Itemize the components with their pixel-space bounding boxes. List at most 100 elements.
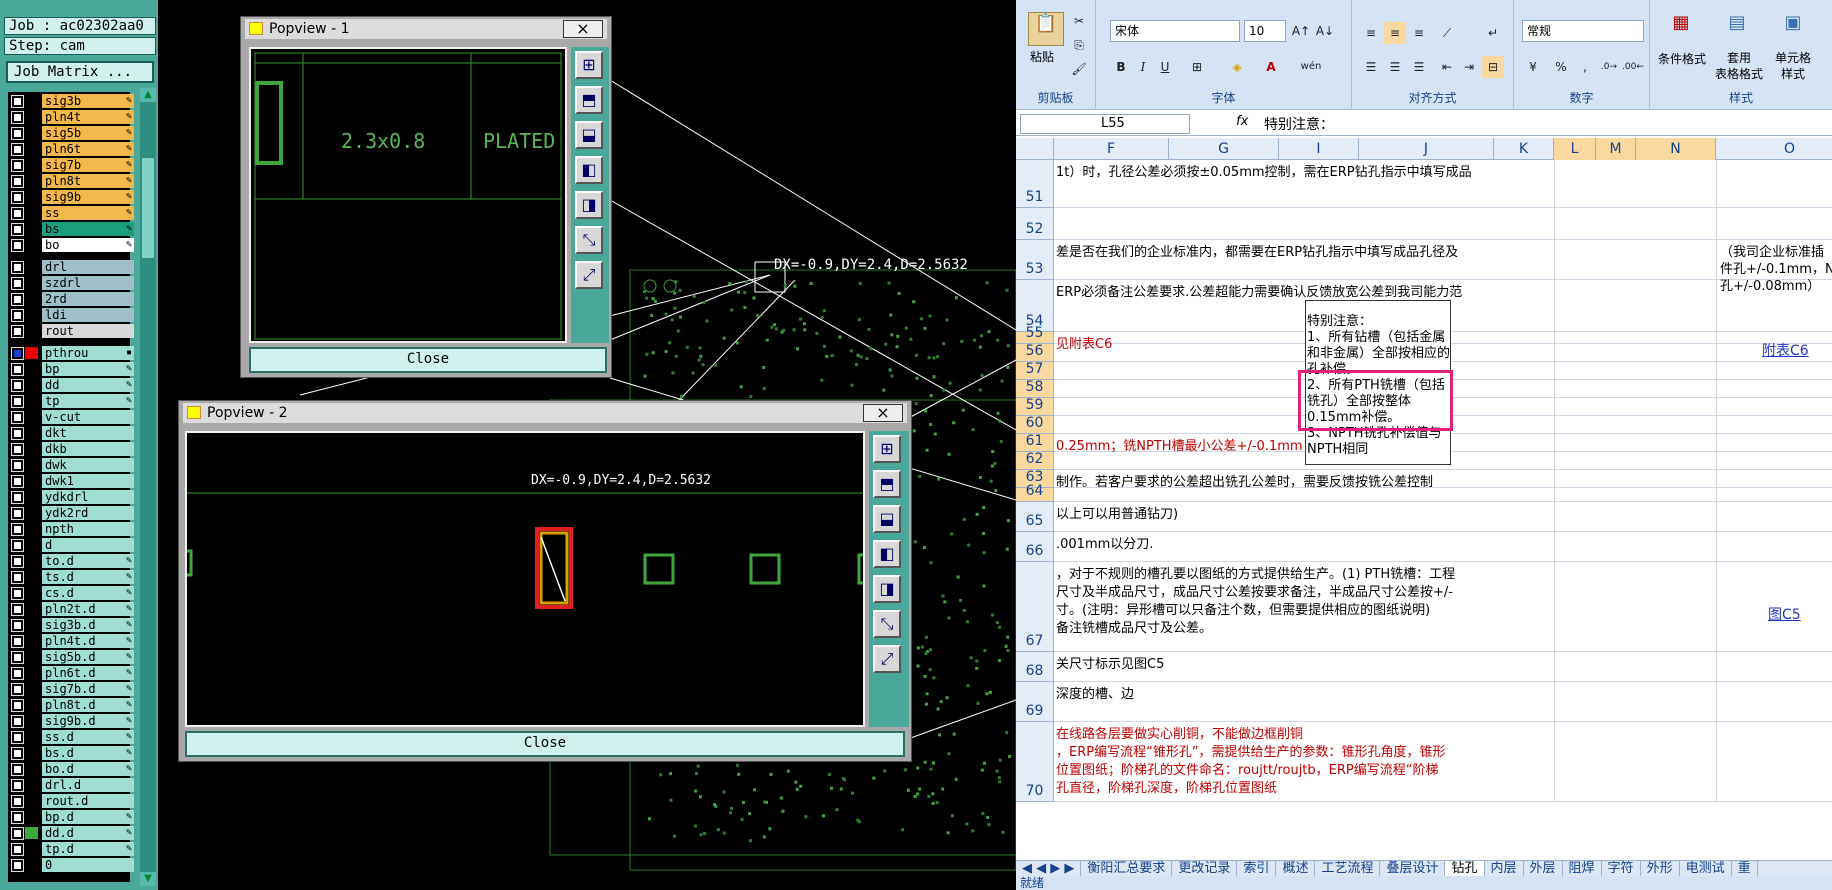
zoom-out-icon[interactable]: ⤡ — [873, 610, 901, 638]
layer-checkbox[interactable] — [12, 460, 23, 471]
row-header[interactable]: 68 — [1016, 652, 1054, 682]
pan-up-icon[interactable]: ⬒ — [873, 470, 901, 498]
layer-name[interactable]: szdrl — [42, 276, 134, 290]
layer-name[interactable]: pln6t ✎ — [42, 142, 134, 156]
layer-checkbox[interactable] — [12, 380, 23, 391]
font-color-button[interactable]: A — [1260, 56, 1282, 78]
layer-row[interactable]: pln8t.d ✎ — [8, 698, 134, 712]
sheet-tab[interactable]: 工艺流程 — [1315, 861, 1381, 876]
layer-name[interactable]: ydkdrl — [42, 490, 134, 504]
layer-row[interactable]: bp ✎ — [8, 362, 134, 376]
layer-checkbox[interactable] — [12, 240, 23, 251]
layer-row[interactable]: dkb — [8, 442, 134, 456]
layer-checkbox[interactable] — [12, 364, 23, 375]
cell-style-icon[interactable]: ▣ — [1778, 12, 1808, 42]
layer-name[interactable]: pln4t.d ✎ — [42, 634, 134, 648]
layer-name[interactable]: tp ✎ — [42, 394, 134, 408]
popview-1-titlebar[interactable]: Popview - 1 × — [245, 19, 607, 39]
layer-name[interactable]: sig3b ✎ — [42, 94, 134, 108]
scroll-down-icon[interactable]: ▼ — [140, 872, 156, 886]
zoom-out-icon[interactable]: ⤡ — [575, 226, 603, 254]
row-header[interactable]: 61 — [1016, 433, 1054, 452]
align-bottom-icon[interactable]: ≡ — [1408, 22, 1430, 44]
layer-row[interactable]: ydkdrl — [8, 490, 134, 504]
layer-row[interactable]: v-cut — [8, 410, 134, 424]
layer-name[interactable]: d — [42, 538, 134, 552]
layer-name[interactable]: 2rd — [42, 292, 134, 306]
row-header[interactable]: 67 — [1016, 562, 1054, 652]
column-header[interactable]: L — [1554, 138, 1596, 160]
cut-icon[interactable]: ✂ — [1068, 10, 1090, 32]
sheet-tab[interactable]: 外形 — [1641, 861, 1680, 876]
layer-name[interactable]: pthrou ▪ — [42, 346, 134, 360]
fx-icon[interactable]: fx — [1236, 114, 1248, 129]
layer-row[interactable]: ts.d ✎ — [8, 570, 134, 584]
layer-name[interactable]: pln8t.d ✎ — [42, 698, 134, 712]
layer-name[interactable]: pln8t ✎ — [42, 174, 134, 188]
layer-row[interactable]: bs ✎ — [8, 222, 134, 236]
layer-name[interactable]: dkt — [42, 426, 134, 440]
layer-checkbox[interactable] — [12, 476, 23, 487]
align-middle-icon[interactable]: ≡ — [1384, 22, 1406, 44]
layer-checkbox[interactable] — [12, 492, 23, 503]
layer-name[interactable]: pln2t.d ✎ — [42, 602, 134, 616]
formula-input[interactable]: 特别注意： — [1264, 114, 1334, 134]
layer-checkbox[interactable] — [12, 812, 23, 823]
row-header[interactable]: 60 — [1016, 415, 1054, 434]
scroll-up-icon[interactable]: ▲ — [140, 88, 156, 102]
layer-row[interactable]: 0 — [8, 858, 134, 872]
layer-name[interactable]: sig9b.d ✎ — [42, 714, 134, 728]
layer-name[interactable]: ldi — [42, 308, 134, 322]
worksheet-grid[interactable]: 51 1t）时，孔径公差必须按±0.05mm控制，需在ERP钻孔指示中填写成品 52… — [1016, 160, 1832, 860]
layer-row[interactable]: bp.d ✎ — [8, 810, 134, 824]
layer-checkbox[interactable] — [12, 572, 23, 583]
link-appendix-c6[interactable]: 附表C6 — [1762, 340, 1809, 360]
name-box[interactable]: L55 — [1020, 114, 1190, 134]
paste-icon[interactable]: 📋 — [1028, 12, 1064, 46]
sheet-tab[interactable]: 概述 — [1276, 861, 1316, 876]
column-header[interactable]: O — [1716, 138, 1832, 160]
job-matrix-button[interactable]: Job Matrix ... — [6, 61, 154, 83]
layer-checkbox[interactable] — [12, 764, 23, 775]
sheet-tab[interactable]: 重 — [1732, 861, 1758, 876]
grow-font-icon[interactable]: A↑ — [1290, 20, 1312, 42]
layer-row[interactable]: pln6t.d ✎ — [8, 666, 134, 680]
layer-row[interactable]: pln6t ✎ — [8, 142, 134, 156]
align-center-icon[interactable]: ☰ — [1384, 56, 1406, 78]
font-size-select[interactable]: 10 — [1244, 20, 1286, 42]
layer-name[interactable]: dwk1 — [42, 474, 134, 488]
layer-name[interactable]: sig3b.d ✎ — [42, 618, 134, 632]
sheet-tab[interactable]: 衡阳汇总要求 — [1081, 861, 1173, 876]
layer-row[interactable]: ydk2rd — [8, 506, 134, 520]
row-header[interactable]: 58 — [1016, 379, 1054, 398]
pan-down-icon[interactable]: ⬓ — [873, 505, 901, 533]
layer-name[interactable]: rout — [42, 324, 134, 338]
layer-name[interactable]: npth — [42, 522, 134, 536]
layer-row[interactable]: sig7b ✎ — [8, 158, 134, 172]
bold-button[interactable]: B — [1110, 56, 1132, 78]
underline-button[interactable]: U — [1154, 56, 1176, 78]
layer-row[interactable]: bo ✎ — [8, 238, 134, 252]
layer-scrollbar[interactable]: ▲ ▼ — [140, 88, 156, 886]
currency-icon[interactable]: ¥ — [1522, 56, 1544, 78]
layer-checkbox[interactable] — [12, 748, 23, 759]
layer-row[interactable]: dd.d ✎ — [8, 826, 134, 840]
popview-2-titlebar[interactable]: Popview - 2 × — [183, 403, 907, 423]
row-header[interactable]: 62 — [1016, 451, 1054, 470]
layer-name[interactable]: dd.d ✎ — [42, 826, 134, 840]
layer-row[interactable]: 2rd — [8, 292, 134, 306]
row-header[interactable]: 53 — [1016, 240, 1054, 280]
layer-row[interactable]: sig5b ✎ — [8, 126, 134, 140]
layer-checkbox[interactable] — [12, 860, 23, 871]
layer-checkbox[interactable] — [12, 192, 23, 203]
pan-right-icon[interactable]: ◨ — [873, 575, 901, 603]
layer-row[interactable]: rout.d — [8, 794, 134, 808]
increase-decimal-icon[interactable]: .0→ — [1598, 56, 1620, 78]
layer-checkbox[interactable] — [12, 668, 23, 679]
conditional-format-icon[interactable]: ▦ — [1666, 12, 1696, 42]
sheet-tab[interactable]: 钻孔 — [1445, 861, 1485, 876]
layer-checkbox[interactable] — [12, 620, 23, 631]
italic-button[interactable]: I — [1132, 56, 1154, 78]
layer-checkbox[interactable] — [12, 224, 23, 235]
column-header[interactable]: N — [1636, 138, 1716, 160]
